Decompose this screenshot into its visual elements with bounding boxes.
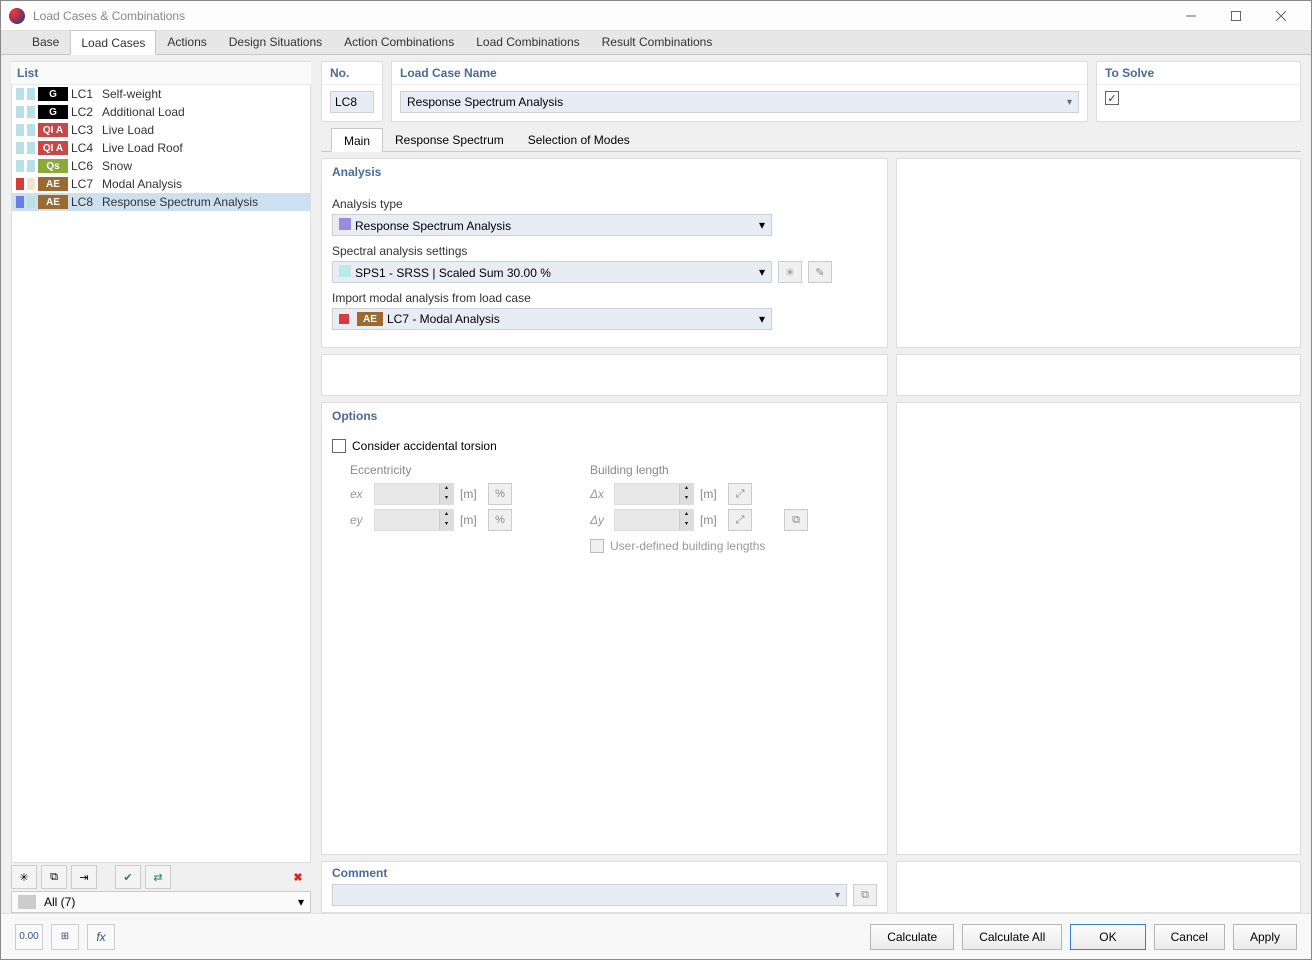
building-length-title: Building length bbox=[590, 463, 850, 477]
tree-button[interactable]: ⇄ bbox=[145, 865, 171, 889]
import-modal-select[interactable]: AE LC7 - Modal Analysis ▾ bbox=[332, 308, 772, 330]
subtab-main[interactable]: Main bbox=[331, 128, 383, 152]
filter-label: All (7) bbox=[44, 895, 75, 909]
options-title: Options bbox=[322, 403, 887, 429]
ex-input[interactable]: ▴▾ bbox=[374, 483, 454, 505]
load-case-list: GLC1Self-weightGLC2Additional LoadQI ALC… bbox=[11, 85, 311, 863]
ok-button[interactable]: OK bbox=[1070, 924, 1145, 950]
ey-percent-icon[interactable]: % bbox=[488, 509, 512, 531]
calculate-all-button[interactable]: Calculate All bbox=[962, 924, 1062, 950]
settings-new-icon[interactable]: ✳ bbox=[778, 261, 802, 283]
tab-actions[interactable]: Actions bbox=[156, 29, 217, 54]
units-icon[interactable]: 0.00 bbox=[15, 924, 43, 950]
tab-action-combinations[interactable]: Action Combinations bbox=[333, 29, 465, 54]
app-icon bbox=[9, 8, 25, 24]
solve-checkbox[interactable] bbox=[1105, 91, 1119, 105]
list-item[interactable]: GLC2Additional Load bbox=[12, 103, 310, 121]
list-item[interactable]: QI ALC4Live Load Roof bbox=[12, 139, 310, 157]
list-header: List bbox=[11, 61, 311, 85]
bottom-bar: 0.00 ⊞ fx Calculate Calculate All OK Can… bbox=[1, 913, 1311, 959]
dx-pick-icon[interactable]: ⤢ bbox=[728, 483, 752, 505]
cancel-button[interactable]: Cancel bbox=[1154, 924, 1225, 950]
userdef-checkbox[interactable] bbox=[590, 539, 604, 553]
list-item[interactable]: AELC8Response Spectrum Analysis bbox=[12, 193, 310, 211]
subtab-selection-of-modes[interactable]: Selection of Modes bbox=[516, 128, 642, 151]
import-modal-label: Import modal analysis from load case bbox=[332, 291, 877, 305]
subtab-response-spectrum[interactable]: Response Spectrum bbox=[383, 128, 516, 151]
name-combo[interactable]: Response Spectrum Analysis▾ bbox=[400, 91, 1079, 113]
copy-lengths-icon[interactable]: ⧉ bbox=[784, 509, 808, 531]
copy-button[interactable]: ⧉ bbox=[41, 865, 67, 889]
list-item[interactable]: GLC1Self-weight bbox=[12, 85, 310, 103]
analysis-title: Analysis bbox=[322, 159, 887, 185]
minimize-button[interactable] bbox=[1168, 2, 1213, 30]
torsion-label: Consider accidental torsion bbox=[352, 439, 497, 453]
tab-base[interactable]: Base bbox=[21, 29, 70, 54]
dy-input[interactable]: ▴▾ bbox=[614, 509, 694, 531]
filter-select[interactable]: All (7) ▾ bbox=[11, 891, 311, 913]
dy-pick-icon[interactable]: ⤢ bbox=[728, 509, 752, 531]
solve-label: To Solve bbox=[1097, 62, 1300, 85]
delete-button[interactable]: ✖ bbox=[285, 865, 311, 889]
main-tabstrip: Base Load Cases Actions Design Situation… bbox=[1, 31, 1311, 55]
import-button[interactable]: ⇥ bbox=[71, 865, 97, 889]
check-button[interactable]: ✔ bbox=[115, 865, 141, 889]
torsion-checkbox[interactable] bbox=[332, 439, 346, 453]
apply-button[interactable]: Apply bbox=[1233, 924, 1297, 950]
subtab-strip: Main Response Spectrum Selection of Mode… bbox=[321, 128, 1301, 152]
eccentricity-title: Eccentricity bbox=[350, 463, 570, 477]
spectral-settings-label: Spectral analysis settings bbox=[332, 244, 877, 258]
analysis-type-select[interactable]: Response Spectrum Analysis ▾ bbox=[332, 214, 772, 236]
analysis-type-label: Analysis type bbox=[332, 197, 877, 211]
settings-edit-icon[interactable]: ✎ bbox=[808, 261, 832, 283]
calculate-button[interactable]: Calculate bbox=[870, 924, 954, 950]
ex-percent-icon[interactable]: % bbox=[488, 483, 512, 505]
window-title: Load Cases & Combinations bbox=[33, 9, 1168, 23]
spectral-settings-select[interactable]: SPS1 - SRSS | Scaled Sum 30.00 % ▾ bbox=[332, 261, 772, 283]
tree-icon[interactable]: ⊞ bbox=[51, 924, 79, 950]
comment-combo[interactable]: ▾ bbox=[332, 884, 847, 906]
tab-load-combinations[interactable]: Load Combinations bbox=[465, 29, 590, 54]
no-input[interactable] bbox=[330, 91, 374, 113]
fx-icon[interactable]: fx bbox=[87, 924, 115, 950]
list-item[interactable]: QsLC6Snow bbox=[12, 157, 310, 175]
name-label: Load Case Name bbox=[392, 62, 1087, 85]
new-button[interactable]: ✳ bbox=[11, 865, 37, 889]
tab-load-cases[interactable]: Load Cases bbox=[70, 30, 156, 55]
tab-design-situations[interactable]: Design Situations bbox=[218, 29, 333, 54]
no-label: No. bbox=[322, 62, 382, 85]
titlebar: Load Cases & Combinations bbox=[1, 1, 1311, 31]
close-button[interactable] bbox=[1258, 2, 1303, 30]
list-item[interactable]: AELC7Modal Analysis bbox=[12, 175, 310, 193]
dx-input[interactable]: ▴▾ bbox=[614, 483, 694, 505]
list-item[interactable]: QI ALC3Live Load bbox=[12, 121, 310, 139]
name-value: Response Spectrum Analysis bbox=[407, 95, 563, 109]
comment-edit-icon[interactable]: ⧉ bbox=[853, 884, 877, 906]
userdef-label: User-defined building lengths bbox=[610, 539, 765, 553]
maximize-button[interactable] bbox=[1213, 2, 1258, 30]
comment-title: Comment bbox=[322, 862, 887, 884]
tab-result-combinations[interactable]: Result Combinations bbox=[591, 29, 724, 54]
ey-input[interactable]: ▴▾ bbox=[374, 509, 454, 531]
